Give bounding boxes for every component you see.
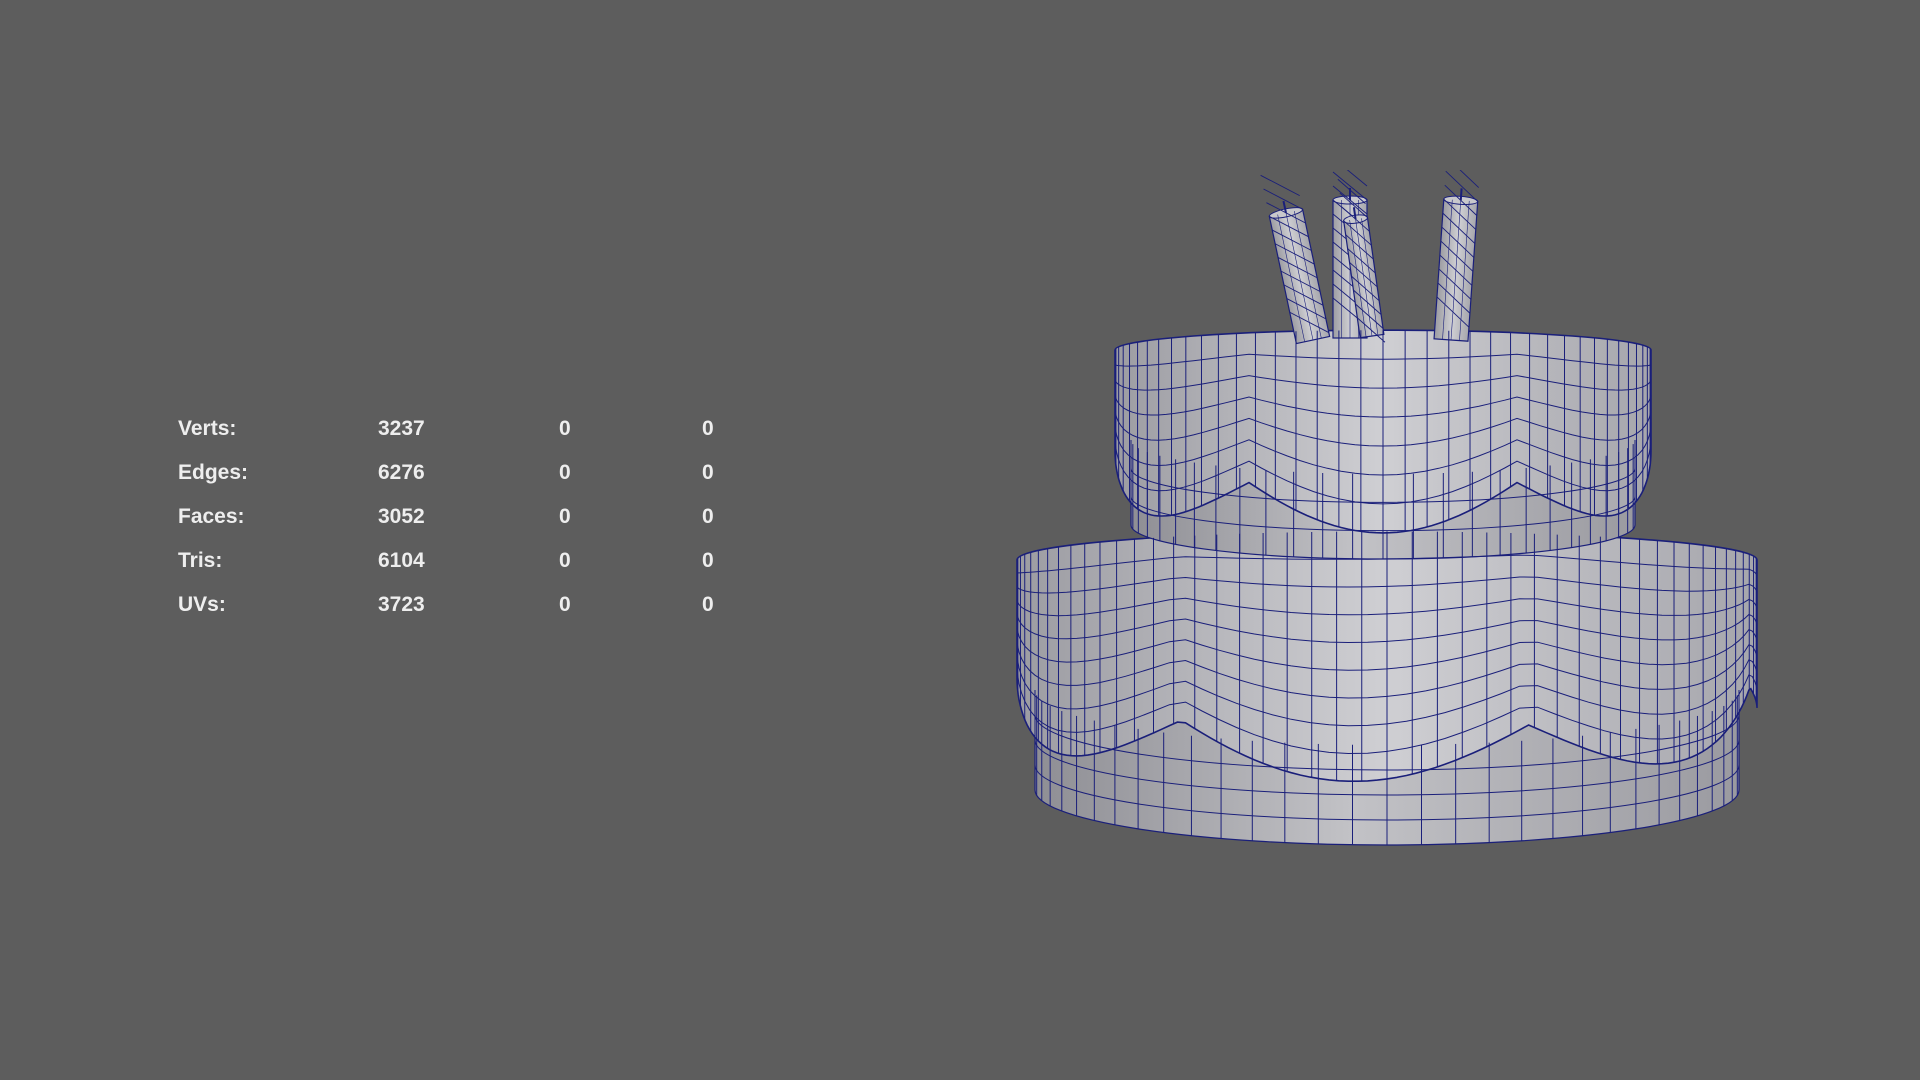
hud-selected-count: 0 xyxy=(559,549,571,572)
hud-count: 6104 xyxy=(378,549,425,572)
candle-wick xyxy=(1459,188,1463,201)
hud-selected-count: 0 xyxy=(559,593,571,616)
hud-uv-selected-count: 0 xyxy=(702,593,714,616)
hud-uv-selected-count: 0 xyxy=(702,505,714,528)
cake-wireframe-model[interactable] xyxy=(990,170,1790,870)
hud-label: Verts: xyxy=(178,417,237,440)
candle xyxy=(1433,170,1480,342)
hud-selected-count: 0 xyxy=(559,461,571,484)
3d-viewport[interactable]: Verts: 3237 0 0 Edges: 6276 0 0 Faces: 3… xyxy=(0,0,1920,1080)
hud-uv-selected-count: 0 xyxy=(702,549,714,572)
hud-count: 6276 xyxy=(378,461,425,484)
hud-label: Edges: xyxy=(178,461,249,484)
hud-label: UVs: xyxy=(178,593,226,616)
hud-count: 3052 xyxy=(378,505,425,528)
hud-count: 3723 xyxy=(378,593,425,616)
hud-label: Tris: xyxy=(178,549,223,572)
hud-label: Faces: xyxy=(178,505,245,528)
hud-count: 3237 xyxy=(378,417,425,440)
hud-selected-count: 0 xyxy=(559,417,571,440)
hud-selected-count: 0 xyxy=(559,505,571,528)
hud-uv-selected-count: 0 xyxy=(702,417,714,440)
candle xyxy=(1260,174,1331,345)
hud-uv-selected-count: 0 xyxy=(702,461,714,484)
